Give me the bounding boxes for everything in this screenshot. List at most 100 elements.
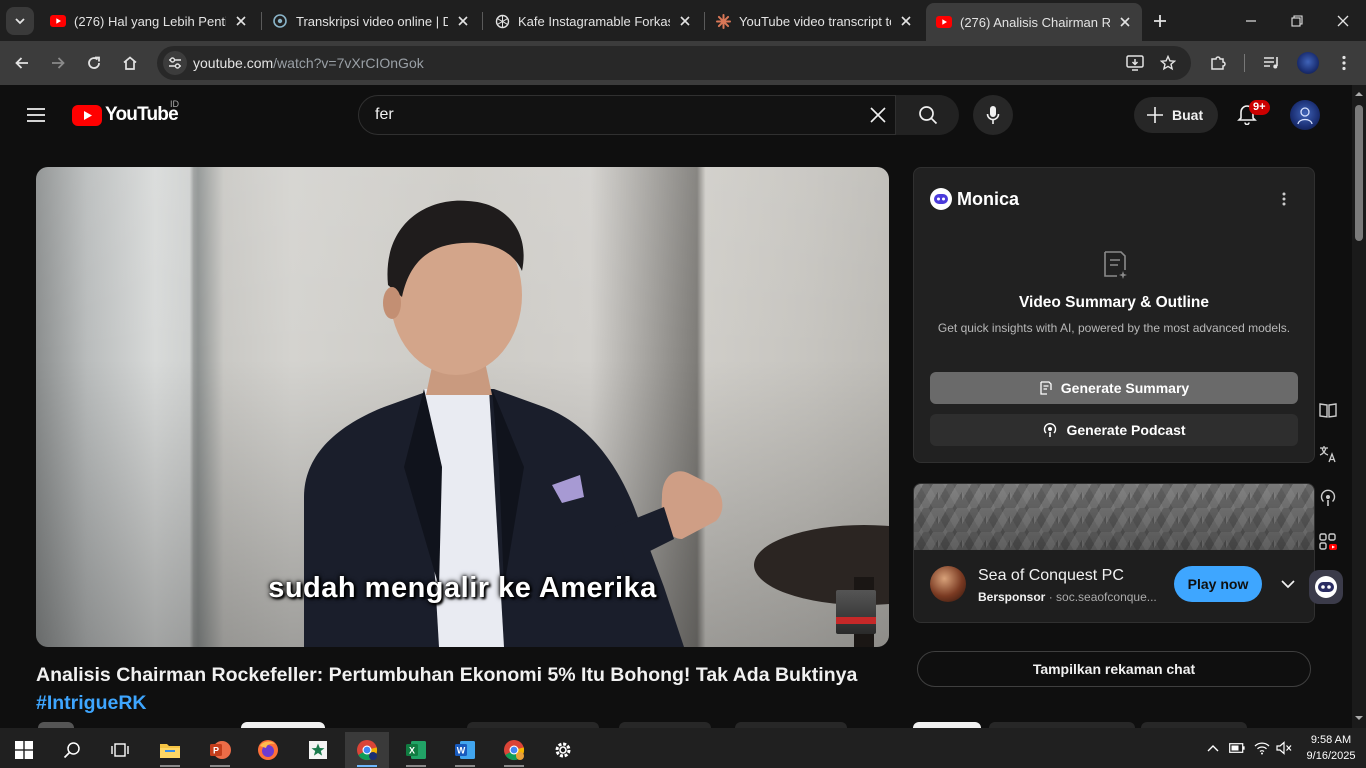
- close-tab-icon[interactable]: [676, 12, 694, 30]
- install-icon: [1126, 55, 1144, 71]
- scroll-up-icon[interactable]: [1352, 89, 1366, 99]
- arrow-left-icon: [15, 57, 28, 69]
- chevron-down-icon: [15, 18, 25, 25]
- monica-panel: Monica Video Summary & Outline Get quick…: [913, 167, 1315, 463]
- tune-icon: [169, 57, 181, 69]
- rail-reader-button[interactable]: [1313, 395, 1343, 425]
- search-icon: [63, 742, 80, 759]
- rail-monica-button[interactable]: [1309, 570, 1343, 604]
- battery-status[interactable]: [1228, 739, 1246, 757]
- video-hashtag[interactable]: #IntrigueRK: [36, 692, 147, 714]
- generate-summary-button[interactable]: Generate Summary: [930, 372, 1298, 404]
- browser-tab[interactable]: YouTube video transcript to: [705, 5, 923, 37]
- show-chat-replay-button[interactable]: Tampilkan rekaman chat: [917, 651, 1311, 687]
- excel-taskbar[interactable]: X: [394, 732, 438, 768]
- start-button[interactable]: [2, 732, 46, 768]
- video-player[interactable]: sudah mengalir ke Amerika: [36, 167, 889, 647]
- extensions-button[interactable]: [1204, 49, 1232, 77]
- rail-translate-button[interactable]: [1313, 439, 1343, 469]
- voice-search-button[interactable]: [973, 95, 1013, 135]
- scroll-down-icon[interactable]: [1352, 713, 1366, 723]
- close-tab-icon[interactable]: [897, 12, 915, 30]
- reload-button[interactable]: [80, 49, 108, 77]
- account-avatar[interactable]: [1290, 100, 1320, 130]
- install-app-button[interactable]: [1121, 49, 1149, 77]
- search-input[interactable]: [375, 106, 855, 124]
- chrome-taskbar[interactable]: [345, 732, 389, 768]
- search-button[interactable]: [895, 95, 959, 135]
- close-tab-icon[interactable]: [1116, 13, 1134, 31]
- home-icon: [123, 56, 137, 70]
- system-clock[interactable]: 9:58 AM 9/16/2025: [1303, 732, 1359, 764]
- minimize-button[interactable]: [1228, 0, 1274, 41]
- excel-icon: X: [406, 741, 426, 759]
- summary-heading: Video Summary & Outline: [1018, 294, 1210, 311]
- close-tab-icon[interactable]: [454, 12, 472, 30]
- star-icon: [1160, 55, 1176, 71]
- powerpoint-taskbar[interactable]: P: [198, 732, 242, 768]
- youtube-logo[interactable]: YouTube ID: [72, 99, 179, 126]
- show-hidden-icons-button[interactable]: [1204, 739, 1222, 757]
- search-icon: [918, 106, 937, 125]
- minimize-icon: [1246, 19, 1256, 22]
- scroll-thumb[interactable]: [1355, 105, 1363, 241]
- profile-button[interactable]: [1294, 49, 1322, 77]
- url-text: youtube.com/watch?v=7vXrCIOnGok: [193, 55, 424, 71]
- video-title-text: Analisis Chairman Rockefeller: Pertumbuh…: [36, 664, 858, 686]
- monica-more-button[interactable]: [1274, 188, 1294, 210]
- rail-podcast-button[interactable]: [1313, 483, 1343, 513]
- guide-menu-button[interactable]: [22, 101, 50, 129]
- ad-play-now-button[interactable]: Play now: [1174, 566, 1262, 602]
- volume-status[interactable]: [1275, 739, 1293, 757]
- taskbar-search-button[interactable]: [50, 732, 94, 768]
- kebab-menu-icon: [1282, 192, 1286, 206]
- clear-search-button[interactable]: [865, 102, 891, 128]
- settings-taskbar[interactable]: [541, 732, 585, 768]
- media-controls-button[interactable]: [1258, 49, 1286, 77]
- sponsored-ad-card[interactable]: Sea of Conquest PC Bersponsor · soc.seao…: [913, 483, 1315, 623]
- page-scrollbar[interactable]: [1352, 85, 1366, 728]
- network-status[interactable]: [1253, 739, 1271, 757]
- task-view-button[interactable]: [98, 732, 142, 768]
- puzzle-icon: [1211, 56, 1226, 70]
- browser-toolbar: youtube.com/watch?v=7vXrCIOnGok: [0, 41, 1366, 85]
- home-button[interactable]: [116, 49, 144, 77]
- bookmark-button[interactable]: [1154, 49, 1182, 77]
- arrow-right-icon: [52, 57, 65, 69]
- browser-tab[interactable]: (276) Hal yang Lebih Penting: [40, 5, 258, 37]
- browser-tab[interactable]: Kafe Instagramable Forkastg: [484, 5, 702, 37]
- create-button[interactable]: Buat: [1134, 97, 1218, 133]
- avatar-emblem-icon: [1297, 107, 1313, 125]
- tab-search-button[interactable]: [6, 7, 34, 35]
- chrome-icon: [504, 740, 525, 761]
- new-tab-button[interactable]: [1148, 9, 1172, 33]
- generate-podcast-button[interactable]: Generate Podcast: [930, 414, 1298, 446]
- ad-title: Sea of Conquest PC: [978, 567, 1124, 584]
- back-button[interactable]: [8, 49, 36, 77]
- pinned-app-taskbar[interactable]: [296, 732, 340, 768]
- word-taskbar[interactable]: W: [443, 732, 487, 768]
- chrome-profile-taskbar[interactable]: [492, 732, 536, 768]
- file-explorer-taskbar[interactable]: [148, 732, 192, 768]
- video-title: Analisis Chairman Rockefeller: Pertumbuh…: [36, 661, 876, 717]
- windows-logo-icon: [15, 741, 33, 759]
- translate-icon: [1319, 446, 1336, 463]
- country-code: ID: [170, 99, 179, 109]
- site-info-button[interactable]: [163, 51, 187, 75]
- close-icon: [1337, 15, 1349, 26]
- firefox-taskbar[interactable]: [246, 732, 290, 768]
- browser-tab-strip: (276) Hal yang Lebih Penting Transkripsi…: [0, 0, 1366, 41]
- restore-button[interactable]: [1274, 0, 1320, 41]
- forward-button[interactable]: [44, 49, 72, 77]
- rail-apps-button[interactable]: [1313, 527, 1343, 557]
- browser-tab[interactable]: Transkripsi video online | Des: [262, 5, 480, 37]
- chrome-menu-button[interactable]: [1330, 49, 1358, 77]
- channel-watermark[interactable]: [836, 590, 876, 634]
- monica-logo-icon: [1315, 576, 1337, 598]
- browser-tab-active[interactable]: (276) Analisis Chairman Rock: [926, 3, 1142, 41]
- address-bar[interactable]: youtube.com/watch?v=7vXrCIOnGok: [157, 46, 1191, 80]
- close-window-button[interactable]: [1320, 0, 1366, 41]
- close-tab-icon[interactable]: [232, 12, 250, 30]
- ad-expand-button[interactable]: [1276, 572, 1300, 596]
- youtube-icon: [50, 13, 66, 29]
